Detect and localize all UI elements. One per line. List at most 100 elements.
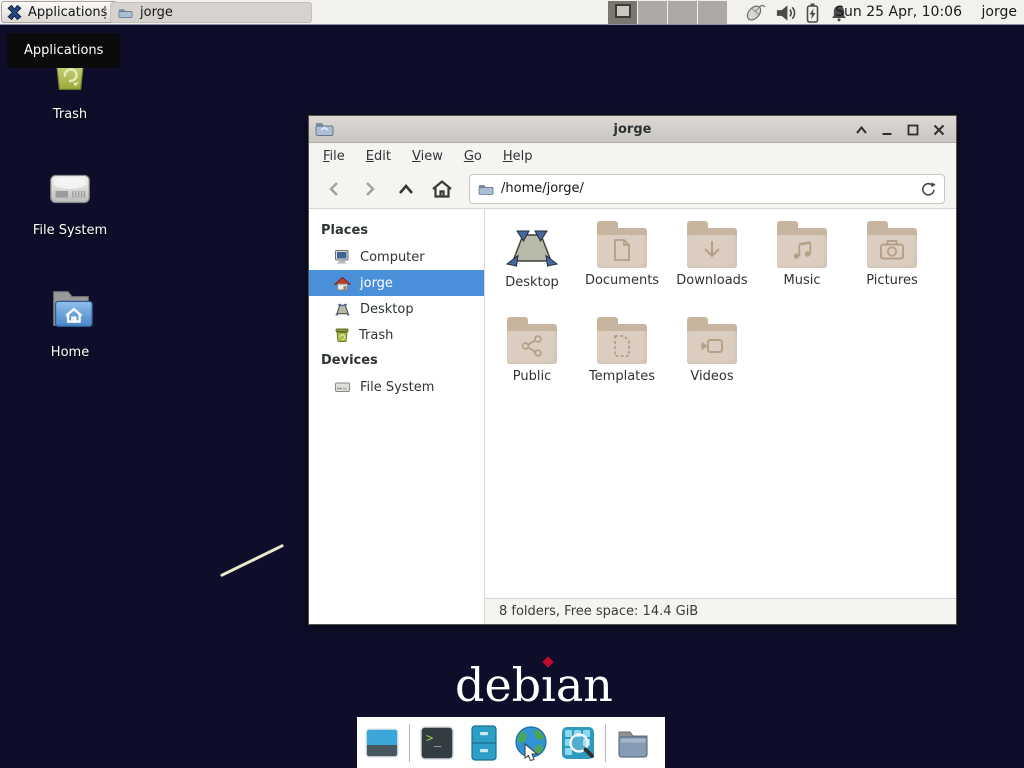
panel-clock[interactable]: Sun 25 Apr, 10:06 xyxy=(835,0,962,25)
home-icon xyxy=(334,276,351,291)
desktop-icon-label: Trash xyxy=(53,107,87,122)
statusbar: 8 folders, Free space: 14.4 GiB xyxy=(485,598,956,624)
debian-wordmark: debıan xyxy=(455,658,613,712)
workspace-1[interactable] xyxy=(608,1,638,24)
folder-downloads[interactable]: Downloads xyxy=(667,221,757,317)
address-text[interactable]: /home/jorge/ xyxy=(501,181,584,196)
location-bar[interactable]: /home/jorge/ xyxy=(469,174,945,204)
desktop-stray-stroke xyxy=(220,544,284,577)
folder-desktop[interactable]: Desktop xyxy=(487,221,577,317)
up-button[interactable] xyxy=(392,175,419,202)
menubar: File Edit View Go Help xyxy=(309,143,956,169)
terminal-icon[interactable]: >_ xyxy=(417,723,457,763)
menu-help[interactable]: Help xyxy=(503,149,533,164)
forward-button[interactable] xyxy=(356,175,383,202)
maximize-button[interactable] xyxy=(904,121,922,139)
menu-file[interactable]: File xyxy=(323,149,345,164)
menu-view[interactable]: View xyxy=(412,149,443,164)
dock-separator xyxy=(605,724,606,762)
workspace-4[interactable] xyxy=(698,1,728,24)
public-folder-icon xyxy=(507,324,557,364)
sidebar-item-jorge[interactable]: jorge xyxy=(309,270,484,296)
sidebar-item-label: Desktop xyxy=(360,302,414,317)
folder-label: Documents xyxy=(585,273,659,288)
sidebar-item-trash[interactable]: Trash xyxy=(309,322,484,348)
panel-username[interactable]: jorge xyxy=(982,0,1017,25)
directory-menu-icon[interactable] xyxy=(613,723,653,763)
application-finder-icon[interactable] xyxy=(558,723,598,763)
taskbar-window-label: jorge xyxy=(140,5,173,20)
applications-menu-button[interactable]: Applications xyxy=(1,1,117,23)
drive-mini-icon xyxy=(334,380,351,394)
workspace-3[interactable] xyxy=(668,1,698,24)
battery-icon[interactable] xyxy=(805,2,820,24)
sidebar-item-computer[interactable]: Computer xyxy=(309,244,484,270)
window-controls xyxy=(852,116,948,143)
folder-label: Public xyxy=(513,369,551,384)
desktop-icon-label: File System xyxy=(33,223,107,238)
menu-go[interactable]: Go xyxy=(464,149,482,164)
close-button[interactable] xyxy=(930,121,948,139)
folder-label: Templates xyxy=(589,369,655,384)
xfce-logo-icon xyxy=(6,4,23,21)
home-folder-icon xyxy=(42,284,98,336)
pictures-folder-icon xyxy=(867,228,917,268)
trash-mini-icon xyxy=(334,327,350,343)
folder-videos[interactable]: Videos xyxy=(667,317,757,413)
pathbar-folder-icon xyxy=(478,182,494,196)
panel-handle[interactable] xyxy=(104,6,108,19)
titlebar[interactable]: jorge xyxy=(309,116,956,143)
folder-label: Pictures xyxy=(866,273,917,288)
svg-text:_: _ xyxy=(434,733,442,747)
downloads-folder-icon xyxy=(687,228,737,268)
window-folder-icon xyxy=(315,120,334,137)
workspace-switcher[interactable] xyxy=(608,1,728,24)
sidebar-devices-header: Devices xyxy=(309,348,484,374)
folder-documents[interactable]: Documents xyxy=(577,221,667,317)
folder-pictures[interactable]: Pictures xyxy=(847,221,937,317)
show-desktop-icon[interactable] xyxy=(362,723,402,763)
minimize-button[interactable] xyxy=(878,121,896,139)
reload-icon[interactable] xyxy=(920,181,936,197)
desktop-workspace-icon xyxy=(504,226,560,270)
documents-folder-icon xyxy=(597,228,647,268)
desktop-mini-icon xyxy=(334,302,351,317)
desktop-icon-label: Home xyxy=(51,345,89,360)
taskbar-folder-icon xyxy=(118,6,133,19)
videos-folder-icon xyxy=(687,324,737,364)
window-body: Places Computer jorge Desktop xyxy=(309,209,956,624)
top-panel: Applications jorge Sun 25 Apr, 10:06 jor… xyxy=(0,0,1024,25)
folder-music[interactable]: Music xyxy=(757,221,847,317)
bottom-dock: >_ xyxy=(357,717,665,768)
sidebar-item-desktop[interactable]: Desktop xyxy=(309,296,484,322)
applications-tooltip: Applications xyxy=(7,33,120,68)
volume-icon[interactable] xyxy=(775,2,796,24)
file-grid: Desktop Documents Downloads xyxy=(485,209,956,598)
web-browser-icon[interactable] xyxy=(511,723,551,763)
sidebar: Places Computer jorge Desktop xyxy=(309,209,485,624)
sidebar-item-file-system[interactable]: File System xyxy=(309,374,484,400)
sidebar-item-label: Trash xyxy=(359,328,393,343)
folder-public[interactable]: Public xyxy=(487,317,577,413)
folder-label: Desktop xyxy=(505,275,559,290)
desktop-icon-file-system[interactable]: File System xyxy=(8,164,132,238)
templates-folder-icon xyxy=(597,324,647,364)
file-manager-window: jorge File Edit View Go Help xyxy=(308,115,957,625)
main-pane: Desktop Documents Downloads xyxy=(485,209,956,624)
desktop-icon-home[interactable]: Home xyxy=(8,284,132,360)
status-text: 8 folders, Free space: 14.4 GiB xyxy=(499,604,698,619)
workspace-2[interactable] xyxy=(638,1,668,24)
shade-button[interactable] xyxy=(852,121,870,139)
sidebar-item-label: Computer xyxy=(360,250,425,265)
home-button[interactable] xyxy=(428,175,455,202)
menu-edit[interactable]: Edit xyxy=(366,149,391,164)
applications-menu-label: Applications xyxy=(28,5,107,20)
folder-templates[interactable]: Templates xyxy=(577,317,667,413)
file-manager-icon[interactable] xyxy=(464,723,504,763)
workspace-window-preview xyxy=(615,4,631,18)
mouse-icon[interactable] xyxy=(742,1,766,24)
back-button[interactable] xyxy=(320,175,347,202)
svg-text:>: > xyxy=(426,731,433,745)
hard-drive-icon xyxy=(43,164,97,214)
taskbar-window-button[interactable]: jorge xyxy=(110,2,312,23)
